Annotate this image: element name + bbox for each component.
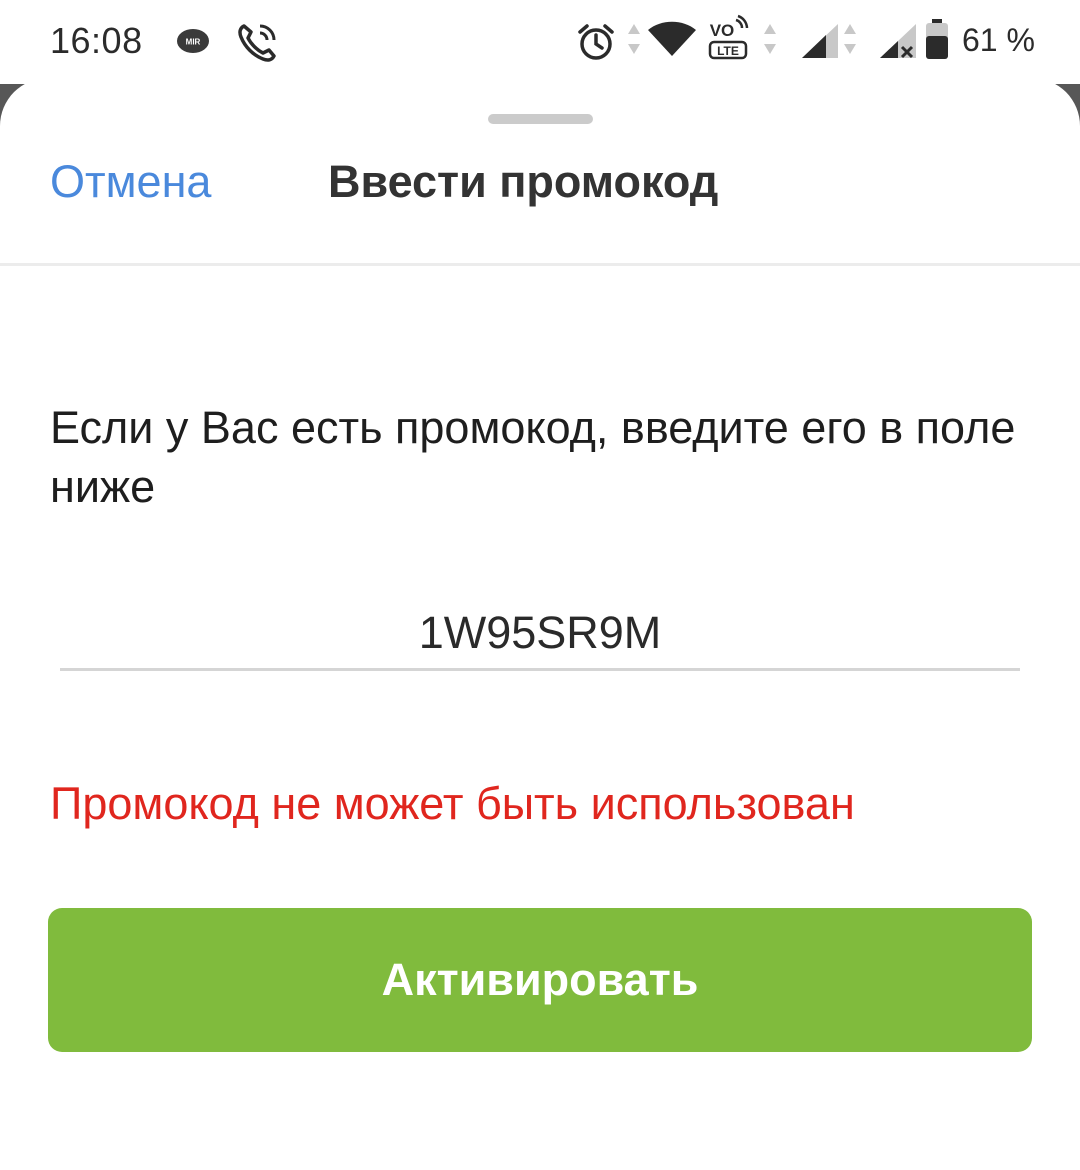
mir-icon: MIR xyxy=(177,29,209,53)
promo-code-sheet: Отмена Ввести промокод Если у Вас есть п… xyxy=(0,78,1080,1170)
signal-no-service-icon xyxy=(880,24,916,59)
battery-icon xyxy=(926,19,948,59)
promo-error-message: Промокод не может быть использован xyxy=(50,778,855,829)
header-divider xyxy=(0,263,1080,266)
battery-percent: 61 % xyxy=(962,22,1035,58)
sheet-title: Ввести промокод xyxy=(328,156,719,207)
status-bar: 16:08 MIR VO LTE 61 % xyxy=(0,0,1080,84)
volte-icon: VO LTE xyxy=(708,14,749,60)
wifi-icon xyxy=(648,21,696,56)
data-arrows-icon xyxy=(764,24,776,54)
promo-code-input[interactable] xyxy=(60,598,1020,671)
svg-text:MIR: MIR xyxy=(186,38,201,47)
data-arrows-icon xyxy=(844,24,856,54)
data-arrows-icon xyxy=(628,24,640,54)
svg-text:VO: VO xyxy=(710,21,735,40)
activate-button[interactable]: Активировать xyxy=(48,908,1032,1052)
svg-text:LTE: LTE xyxy=(717,44,739,58)
signal-icon xyxy=(802,24,838,58)
cancel-button[interactable]: Отмена xyxy=(50,156,211,208)
promo-description: Если у Вас есть промокод, введите его в … xyxy=(50,402,1016,512)
alarm-icon xyxy=(578,24,614,60)
status-time: 16:08 xyxy=(50,20,143,61)
sheet-drag-handle[interactable] xyxy=(488,114,593,124)
phone-call-icon xyxy=(238,24,276,62)
